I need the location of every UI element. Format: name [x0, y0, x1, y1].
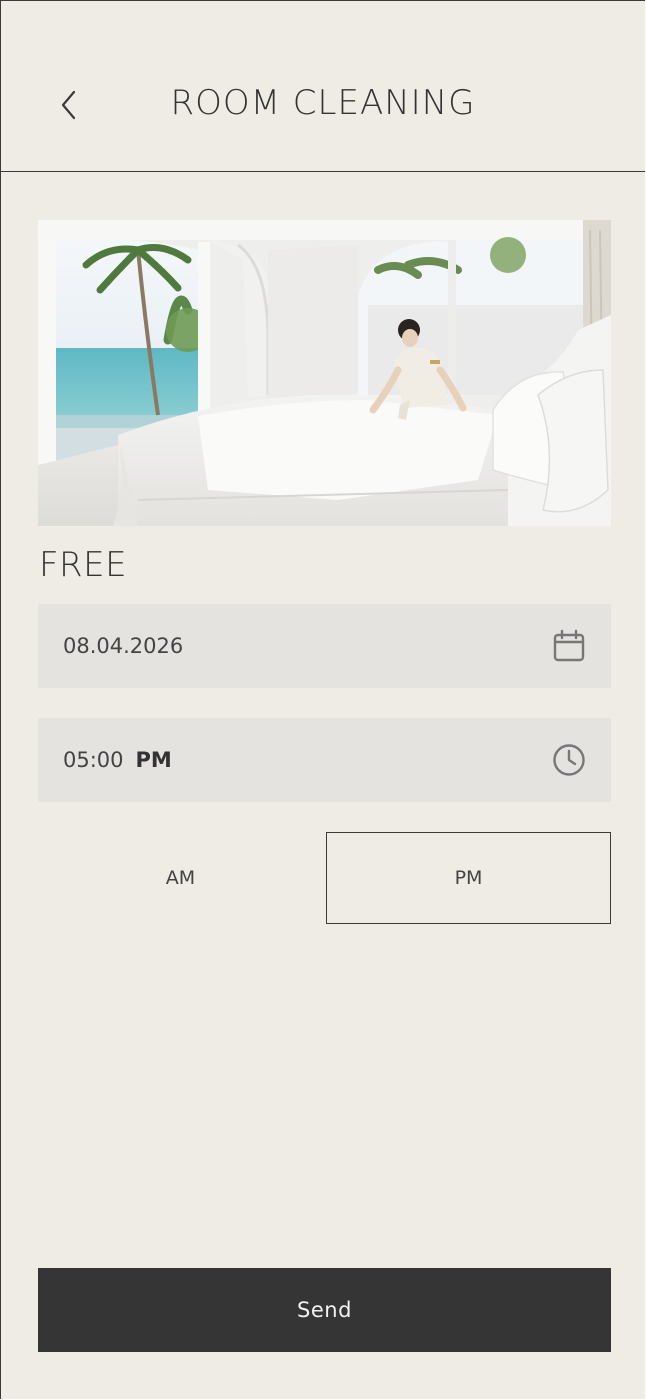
- page-title: ROOM CLEANING: [170, 83, 476, 123]
- am-option[interactable]: AM: [38, 832, 323, 924]
- header: ROOM CLEANING: [1, 1, 645, 172]
- send-button[interactable]: Send: [38, 1268, 611, 1352]
- hero-image: [38, 220, 611, 526]
- clock-icon: [553, 744, 585, 776]
- room-cleaning-screen: ROOM CLEANING FREE 08.04.2026 05:00 PM A…: [0, 0, 645, 1399]
- price-label: FREE: [39, 545, 128, 585]
- time-field[interactable]: 05:00 PM: [38, 718, 611, 802]
- bedroom-photo: [38, 220, 611, 526]
- date-field[interactable]: 08.04.2026: [38, 604, 611, 688]
- calendar-icon: [553, 629, 585, 662]
- pm-option[interactable]: PM: [326, 832, 611, 924]
- time-period: PM: [135, 748, 172, 772]
- date-value: 08.04.2026: [63, 634, 184, 658]
- time-value: 05:00: [63, 748, 124, 772]
